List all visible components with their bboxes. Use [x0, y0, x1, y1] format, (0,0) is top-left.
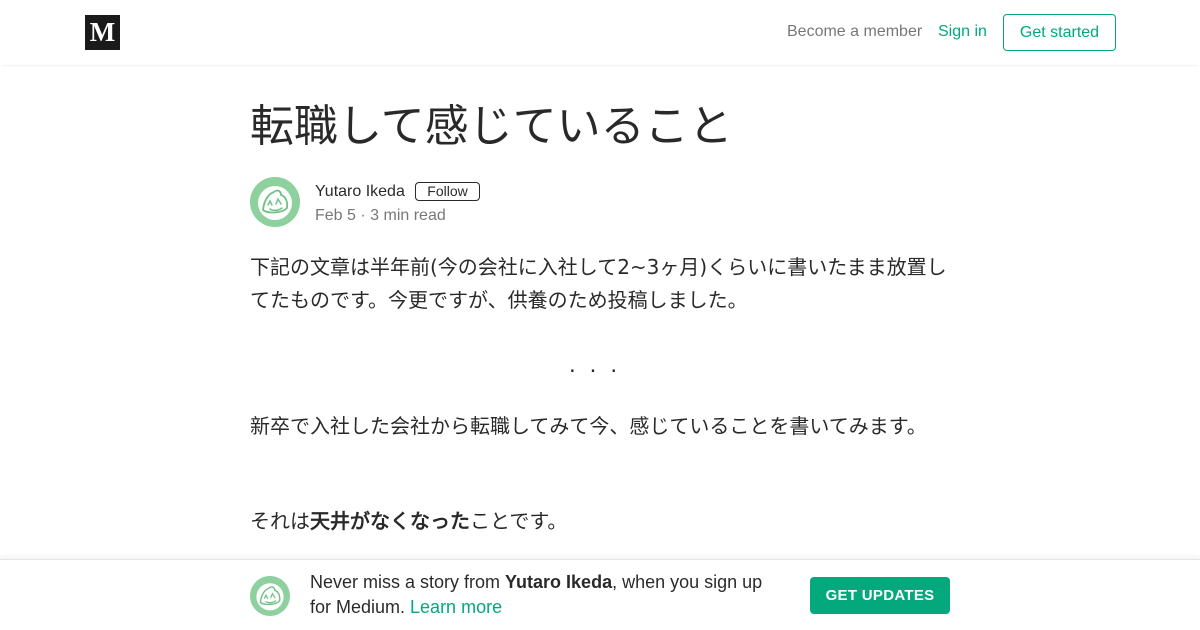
follow-author-banner: Never miss a story from Yutaro Ikeda, wh… — [0, 559, 1200, 630]
article-title: 転職して感じていること — [250, 101, 733, 152]
banner-text-prefix: Never miss a story from — [310, 572, 506, 592]
top-nav-bar: M Become a member Sign in Get started — [0, 0, 1200, 65]
author-name[interactable]: Yutaro Ikeda — [315, 182, 405, 202]
paragraph-highlight-bold: 天井がなくなった — [310, 509, 470, 533]
banner-author-name: Yutaro Ikeda — [505, 572, 613, 592]
section-separator: ... — [568, 351, 631, 378]
paragraph-intro: 下記の文章は半年前(今の会社に入社して2~3ヶ月)くらいに書いたまま放置してたも… — [250, 255, 947, 312]
paragraph-highlight-prefix: それは — [250, 509, 310, 533]
get-started-button[interactable]: Get started — [1003, 14, 1116, 51]
get-updates-button[interactable]: GET UPDATES — [810, 577, 950, 614]
sign-in-link[interactable]: Sign in — [938, 22, 987, 42]
learn-more-link[interactable]: Learn more — [410, 597, 502, 617]
paragraph-body: 新卒で入社した会社から転職してみて今、感じていることを書いてみます。 — [250, 414, 927, 438]
publish-date: Feb 5 — [315, 207, 356, 224]
paragraph-highlight: それは天井がなくなったことです。 — [250, 505, 950, 538]
meta-separator: · — [355, 207, 371, 224]
read-time: 3 min read — [370, 207, 446, 224]
author-avatar-illustration-icon — [250, 177, 300, 227]
paragraph-highlight-suffix: ことです。 — [470, 509, 568, 533]
banner-message: Never miss a story from Yutaro Ikeda, wh… — [310, 570, 770, 620]
banner-author-avatar — [250, 576, 290, 616]
follow-button[interactable]: Follow — [415, 182, 480, 201]
author-avatar[interactable] — [250, 177, 300, 227]
become-member-link[interactable]: Become a member — [787, 22, 922, 42]
medium-logo-icon[interactable]: M — [85, 15, 120, 50]
author-avatar-illustration-icon — [250, 576, 290, 616]
article-meta: Feb 5 · 3 min read — [315, 206, 446, 226]
